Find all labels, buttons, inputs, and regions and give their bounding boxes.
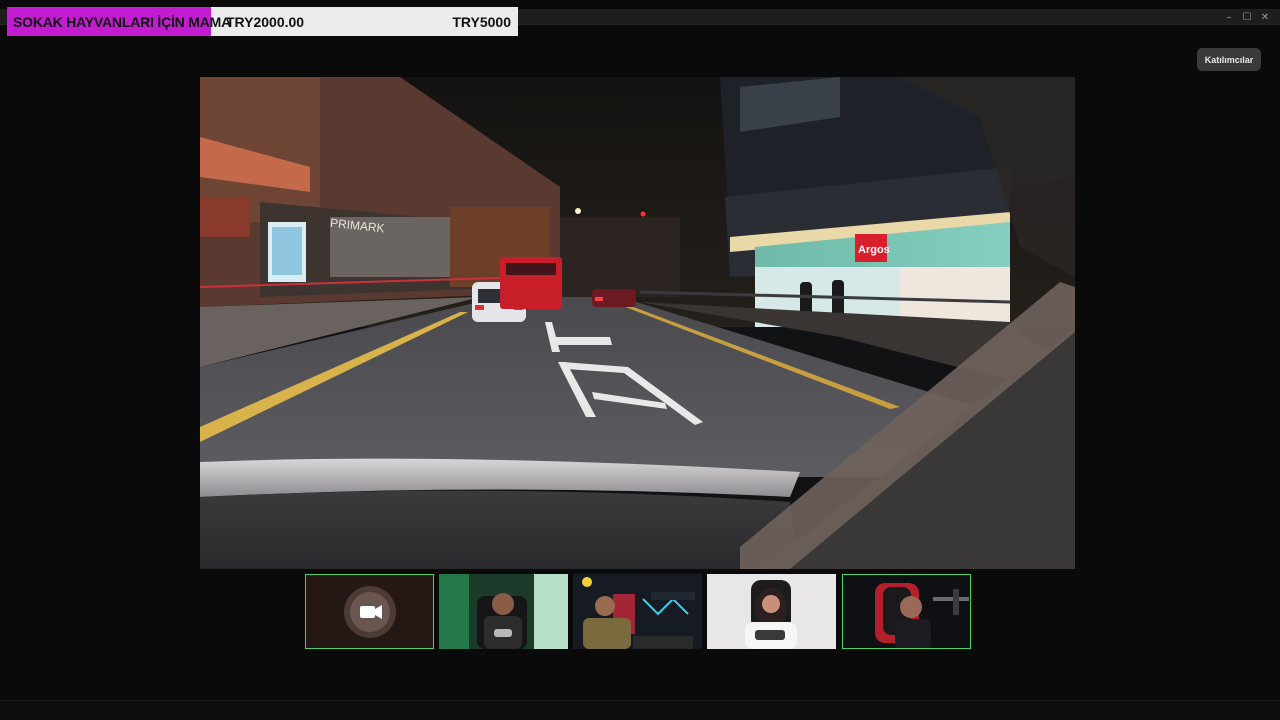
participant-tile-1[interactable] [305, 574, 434, 649]
participant-tile-3[interactable] [573, 574, 702, 649]
video-camera-icon [360, 605, 382, 619]
dashcam-night-street-scene: PRIMARK Argos [200, 77, 1075, 569]
donation-goal-bar: SOKAK HAYVANLARI İÇİN MAMA TRY2000.00 TR… [7, 7, 518, 36]
participant-tile-4[interactable] [707, 574, 836, 649]
donation-goal-amount: TRY5000 [452, 14, 511, 30]
participants-button[interactable]: Katılımcılar [1197, 48, 1261, 71]
maximize-button[interactable]: ☐ [1238, 9, 1256, 25]
window-controls: – ☐ ✕ [1220, 9, 1274, 25]
minimize-button[interactable]: – [1220, 9, 1238, 25]
donation-title: SOKAK HAYVANLARI İÇİN MAMA [13, 14, 232, 30]
participant-tile-2[interactable] [439, 574, 568, 649]
argos-sign: Argos [858, 244, 890, 256]
close-button[interactable]: ✕ [1256, 9, 1274, 25]
participant-tile-5[interactable] [842, 574, 971, 649]
main-video-stream: PRIMARK Argos [200, 77, 1075, 569]
bottom-status-strip [0, 700, 1280, 720]
donation-current-amount: TRY2000.00 [226, 14, 305, 30]
